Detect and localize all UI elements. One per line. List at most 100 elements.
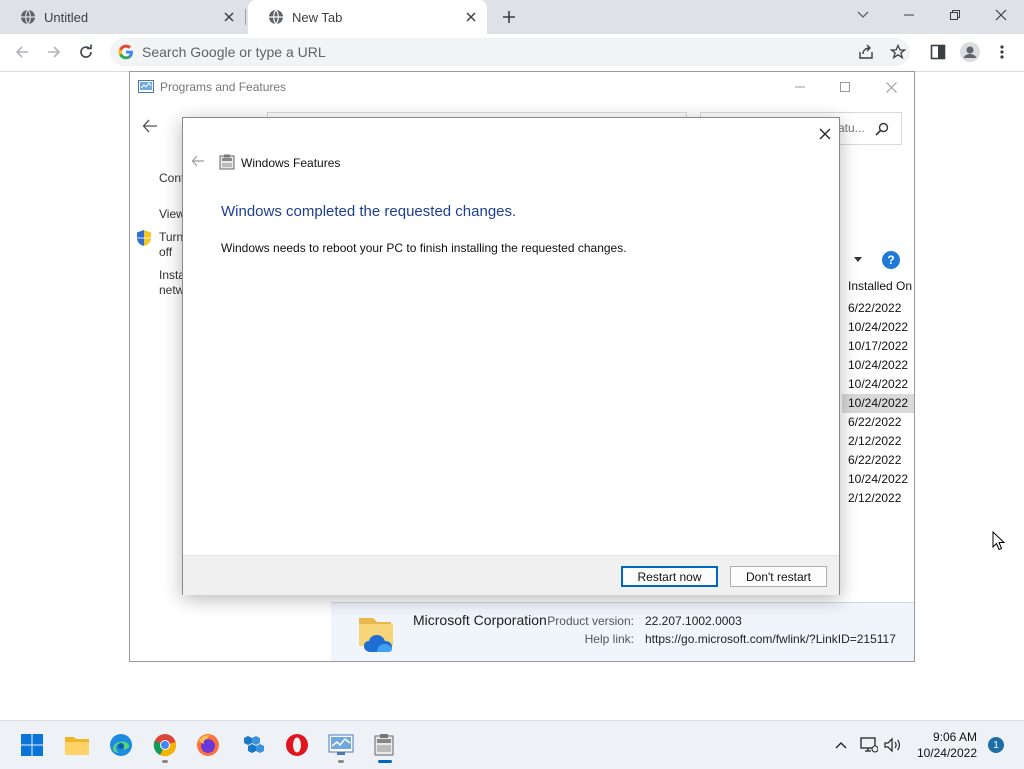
- clock-date[interactable]: 10/24/2022: [917, 746, 977, 760]
- volume-control[interactable]: [883, 735, 903, 755]
- reload-button[interactable]: [72, 38, 100, 66]
- restore-button[interactable]: [932, 0, 978, 30]
- close-window-button[interactable]: [978, 0, 1024, 30]
- product-version-label: Product version:: [547, 614, 634, 628]
- app-icon: [244, 736, 264, 753]
- taskbar-edge[interactable]: [105, 729, 137, 761]
- close-tab-icon[interactable]: [217, 5, 241, 29]
- maximize-button[interactable]: [823, 74, 867, 100]
- table-row[interactable]: 6/22/2022: [842, 413, 914, 432]
- new-tab-button[interactable]: [497, 5, 521, 29]
- windows-features-icon: [219, 154, 235, 170]
- sidebar-link-turn-windows-features[interactable]: Turn off: [159, 230, 183, 260]
- share-icon: [859, 44, 873, 59]
- side-panel-button[interactable]: [924, 38, 952, 66]
- taskbar-chrome[interactable]: [149, 729, 181, 761]
- menu-button[interactable]: [988, 38, 1016, 66]
- dont-restart-button[interactable]: Don't restart: [730, 566, 827, 587]
- tab-untitled[interactable]: Untitled: [0, 0, 245, 34]
- taskbar-firefox[interactable]: [192, 729, 224, 761]
- onedrive-icon: [359, 618, 393, 652]
- chevron-down-icon: [857, 11, 869, 18]
- dialog-message: Windows needs to reboot your PC to finis…: [221, 241, 627, 255]
- sidebar-link-control-panel-home[interactable]: Cont: [159, 171, 184, 186]
- bookmark-button[interactable]: [884, 38, 912, 66]
- taskbar-control-panel[interactable]: [325, 729, 357, 761]
- table-row[interactable]: 2/12/2022: [842, 489, 914, 508]
- search-text: atu...: [838, 121, 865, 135]
- windows-features-dialog: Windows Features Windows completed the r…: [182, 117, 840, 595]
- help-link-value[interactable]: https://go.microsoft.com/fwlink/?LinkID=…: [645, 632, 896, 646]
- help-icon[interactable]: ?: [882, 251, 900, 269]
- table-row[interactable]: 6/22/2022: [842, 451, 914, 470]
- dialog-close-button[interactable]: [813, 122, 837, 146]
- table-row[interactable]: 6/22/2022: [842, 299, 914, 318]
- running-indicator: [338, 760, 344, 763]
- file-explorer-icon: [65, 737, 89, 755]
- column-header-installed-on[interactable]: Installed On: [848, 279, 912, 293]
- product-version-value: 22.207.1002.0003: [645, 614, 742, 628]
- start-button[interactable]: [16, 729, 48, 761]
- profile-button[interactable]: [956, 38, 984, 66]
- globe-icon: [269, 9, 283, 25]
- close-button[interactable]: [869, 74, 913, 100]
- clock-time[interactable]: 9:06 AM: [933, 730, 977, 744]
- dialog-heading: Windows completed the requested changes.: [221, 203, 517, 220]
- notification-badge[interactable]: 1: [988, 737, 1004, 753]
- close-tab-icon[interactable]: [459, 5, 483, 29]
- dialog-title: Windows Features: [241, 156, 341, 170]
- close-icon: [885, 81, 897, 93]
- plus-icon: [503, 11, 515, 23]
- table-row-selected[interactable]: 10/24/2022: [842, 394, 914, 413]
- arrow-right-icon: [48, 46, 61, 58]
- volume-icon: [884, 737, 900, 753]
- installed-on-column: 6/22/2022 10/24/2022 10/17/2022 10/24/20…: [842, 299, 914, 508]
- table-row[interactable]: 10/24/2022: [842, 470, 914, 489]
- close-icon: [819, 128, 831, 140]
- close-icon: [995, 9, 1007, 21]
- network-status[interactable]: [859, 735, 879, 755]
- share-button[interactable]: [852, 38, 880, 66]
- taskbar-opera[interactable]: [281, 729, 313, 761]
- arrow-left-icon[interactable]: [142, 119, 158, 133]
- restart-now-button[interactable]: Restart now: [621, 566, 718, 587]
- forward-button[interactable]: [40, 38, 68, 66]
- omnibox[interactable]: Search Google or type a URL: [110, 38, 910, 66]
- start-icon: [21, 734, 43, 756]
- back-button[interactable]: [8, 38, 36, 66]
- edge-icon: [110, 734, 132, 756]
- taskbar-file-explorer[interactable]: [61, 729, 93, 761]
- globe-icon: [21, 9, 35, 25]
- sidebar-link-view-updates[interactable]: View: [159, 207, 185, 222]
- arrow-left-icon[interactable]: [191, 155, 205, 167]
- dialog-footer: Restart now Don't restart: [183, 555, 839, 595]
- minimize-button[interactable]: [778, 74, 822, 100]
- tab-new-tab[interactable]: New Tab: [248, 0, 487, 34]
- minimize-icon: [795, 86, 805, 88]
- active-indicator: [378, 760, 392, 763]
- minimize-icon: [904, 14, 914, 16]
- maximize-icon: [840, 82, 850, 92]
- more-vertical-icon: [1000, 45, 1004, 59]
- avatar-icon: [960, 42, 980, 62]
- omnibox-placeholder: Search Google or type a URL: [142, 44, 326, 60]
- side-panel-icon: [930, 44, 946, 60]
- window-title: Programs and Features: [160, 80, 287, 94]
- table-row[interactable]: 2/12/2022: [842, 432, 914, 451]
- mouse-cursor-icon: [992, 531, 1006, 551]
- table-row[interactable]: 10/24/2022: [842, 318, 914, 337]
- taskbar-app[interactable]: [238, 729, 270, 761]
- firefox-icon: [197, 734, 219, 756]
- table-row[interactable]: 10/24/2022: [842, 375, 914, 394]
- tab-search-button[interactable]: [840, 0, 886, 30]
- minimize-button[interactable]: [886, 0, 932, 30]
- taskbar: 9:06 AM 10/24/2022 1: [0, 720, 1024, 769]
- table-row[interactable]: 10/24/2022: [842, 356, 914, 375]
- google-icon: [118, 44, 133, 60]
- taskbar-windows-features[interactable]: [368, 729, 400, 761]
- table-row[interactable]: 10/17/2022: [842, 337, 914, 356]
- tab-title: Untitled: [44, 9, 89, 25]
- windows-features-icon: [374, 734, 394, 756]
- running-indicator: [162, 760, 168, 763]
- show-hidden-icons-button[interactable]: [831, 735, 851, 755]
